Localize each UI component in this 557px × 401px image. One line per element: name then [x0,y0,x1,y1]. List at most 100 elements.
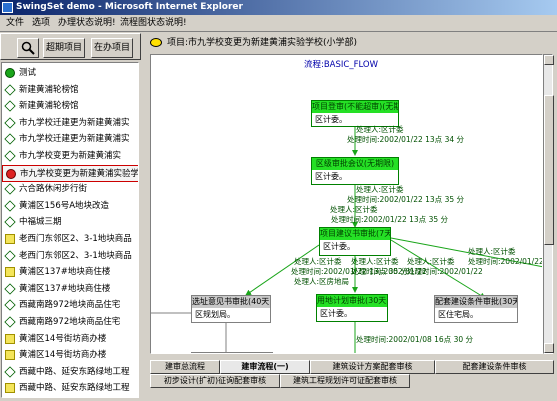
scroll-up-arrow[interactable] [544,55,554,65]
flow-annotation: 处理人:区计委 [330,205,378,214]
tab[interactable]: 建审流程(一) [220,360,310,374]
sidebar-item[interactable]: 黄浦区14号街坊商办楼 [2,331,138,348]
sidebar-item[interactable]: 黄浦区137#地块商住楼 [2,281,138,298]
flow-node-title: 选址意见书审批(40天) [192,296,270,308]
sidebar-item-label: 市九学校迁建更为新建黄浦实 [19,117,130,128]
project-list: 测试新建黄浦轮榜馆 新建黄浦轮榜馆市九学校迁建更为新建黄浦实 市九学校迁建更为新建黄… [1,62,139,398]
diamond-icon [4,83,16,96]
ie-icon [2,2,13,13]
scroll-down-arrow[interactable] [544,343,554,353]
red-circle-icon [6,168,16,179]
sidebar-item[interactable]: 测试 [2,65,138,82]
sidebar-item[interactable]: 市九学校变更为新建黄浦实 [2,148,138,165]
tab[interactable]: 建筑工程规划许可证配套审核 [280,374,410,388]
diamond-icon [4,283,16,295]
sidebar-item[interactable]: 西藏南路972地块商品住宅 [2,314,138,331]
sidebar-item-label: 西藏中路、延安东路绿地工程 [19,366,130,377]
current-projects-button[interactable]: 在办项目 [91,38,133,58]
sidebar-item-label: 黄浦区137#地块商住楼 [19,267,111,278]
sidebar-item[interactable]: 中福城三期 [2,214,138,231]
flow-node[interactable]: 用地计划审批(30天) 区计委。 [316,294,388,322]
sidebar-item-label: 黄浦区137#地块商住楼 [19,283,111,294]
sidebar-item-label: 西藏中路、延安东路绿地工程 [19,383,130,394]
sidebar-item-label: 黄浦区14号街坊商办楼 [19,350,107,361]
sidebar-item[interactable]: 黄浦区14号街坊商办楼 [2,347,138,364]
sidebar-item-label: 新建黄浦轮榜馆 [19,101,79,112]
menu-options[interactable]: 选项 [32,17,50,29]
sidebar-item[interactable]: 市九学校迁建更为新建黄浦实 [2,115,138,132]
overdue-projects-button[interactable]: 超期项目 [43,38,85,58]
menu-file[interactable]: 文件 [6,17,24,29]
square-icon [5,234,15,244]
tab-row-2: 初步设计(扩初)征询配套审核 建筑工程规划许可证配套审核 [150,374,554,388]
tab[interactable]: 建审总流程 [150,360,220,374]
sidebar-item[interactable]: 黄浦区156号A地块改造 [2,198,138,215]
flow-node[interactable]: 项目建议书审批(7天) 区计委。 [319,227,391,256]
flow-node[interactable]: 建筑设计方案审批(20天) [191,352,273,354]
menu-bar: 文件 选项 办理状态说明! 流程图状态说明! [0,15,557,32]
menu-status-help[interactable]: 办理状态说明! [58,17,116,29]
sidebar-item-label: 黄浦区14号街坊商办楼 [19,333,107,344]
sidebar-item-label: 老西门东邻区2、3-1地块商品 [19,250,132,261]
sidebar-item-label: 中福城三期 [19,217,62,228]
sidebar-item-label: 老西门东邻区2、3-1地块商品 [19,234,132,244]
tab-row-1: 建审总流程 建审流程(一) 建筑设计方案配套审核 配套建设条件审核 [150,360,554,374]
flow-annotation: 处理人:区房地局 [294,277,350,286]
flow-annotation: 处理时间:2002/01/22 13点 35 分 [468,257,543,266]
sidebar-item[interactable]: 新建黄浦轮榜馆 [2,82,138,99]
flow-node-title: 用地计划审批(30天) [317,295,387,307]
sidebar-item[interactable]: 市九学校迁建更为新建黄浦实 [2,131,138,148]
flow-node-title: 项目建议书审批(7天) [320,228,390,240]
flow-node-body: 区计委。 [323,242,355,251]
diamond-icon [4,200,16,212]
flow-node[interactable]: 区级审批会议(无期限) 区计委。 [311,157,399,185]
sidebar-item[interactable]: 老西门东邻区2、3-1地块商品 [2,248,138,265]
flow-node[interactable]: 项目登审(不能超审)(无期限)区计委。 [311,100,399,127]
sidebar-item[interactable]: 西藏南路972地块商品住宅 [2,297,138,314]
diamond-icon [4,100,16,112]
tab[interactable]: 配套建设条件审核 [435,360,554,374]
sidebar-item-label: 六合路休闲步行街 [19,184,88,195]
search-button[interactable] [17,38,39,58]
tab[interactable]: 初步设计(扩初)征询配套审核 [150,374,280,388]
flow-node-body: 区规划局。 [195,310,235,319]
sidebar-item[interactable]: 西藏中路、延安东路绿地工程 [2,380,138,397]
flow-node-title: 建筑设计方案审批(20天) [192,353,272,354]
flow-node-body: 区计委。 [315,172,347,181]
flow-node-body: 区住宅局。 [438,310,478,319]
project-status-icon [150,38,162,47]
sidebar-item-label: 西藏南路972地块商品住宅 [19,300,121,311]
sidebar-item[interactable]: 六合路休闲步行街 [2,181,138,198]
tab[interactable]: 建筑设计方案配套审核 [310,360,435,374]
sidebar-item[interactable]: 市九学校变更为新建黄浦实验学 [2,164,139,182]
flow-node[interactable]: 选址意见书审批(40天) 区规划局。 [191,295,271,323]
flow-canvas[interactable]: 流程:BASIC_FLOW 项目登审(不能超审)(无期限)区计委。区级审批会议(… [150,54,543,354]
diamond-icon [4,150,16,162]
diamond-icon [4,133,16,146]
square-icon [5,333,15,344]
menu-flow-status-help[interactable]: 流程图状态说明! [120,17,187,29]
sidebar-item[interactable]: 黄浦区137#地块商住楼 [2,264,138,281]
sidebar-item-label: 西藏南路972地块商品住宅 [19,317,121,327]
scroll-thumb[interactable] [544,95,554,245]
sidebar-item-label: 市九学校迁建更为新建黄浦实 [19,134,130,145]
project-header: 项目:市九学校变更为新建黄浦实验学校(小学部) [145,34,555,52]
sidebar-item-label: 市九学校变更为新建黄浦实验学 [20,168,139,179]
flow-annotation: 处理时间:2002/01/08 16点 30 分 [356,335,473,344]
sidebar-item[interactable]: 新建黄浦轮榜馆 [2,98,138,115]
sidebar-item[interactable]: 西藏中路、延安东路绿地工程 [2,364,138,381]
flow-node-title: 区级审批会议(无期限) [312,158,398,170]
search-icon [21,41,35,55]
sidebar-item[interactable]: 老西门东邻区2、3-1地块商品 [2,231,138,248]
window-title: SwingSet demo - Microsoft Internet Explo… [16,2,243,12]
flow-annotation: 处理人:区计委 [356,125,404,134]
flow-node[interactable]: 配套建设条件审批(30天) 区住宅局。 [434,295,518,323]
diamond-icon [4,366,16,378]
sidebar-item-label: 黄浦区156号A地块改造 [19,200,110,211]
sidebar-item-label: 市九学校变更为新建黄浦实 [19,151,122,161]
diamond-icon [4,299,16,312]
vertical-scrollbar[interactable] [543,54,554,354]
sidebar-item-label: 新建黄浦轮榜馆 [19,84,79,95]
flow-node-title: 项目登审(不能超审)(无期限) [312,101,398,113]
diamond-icon [4,216,16,229]
